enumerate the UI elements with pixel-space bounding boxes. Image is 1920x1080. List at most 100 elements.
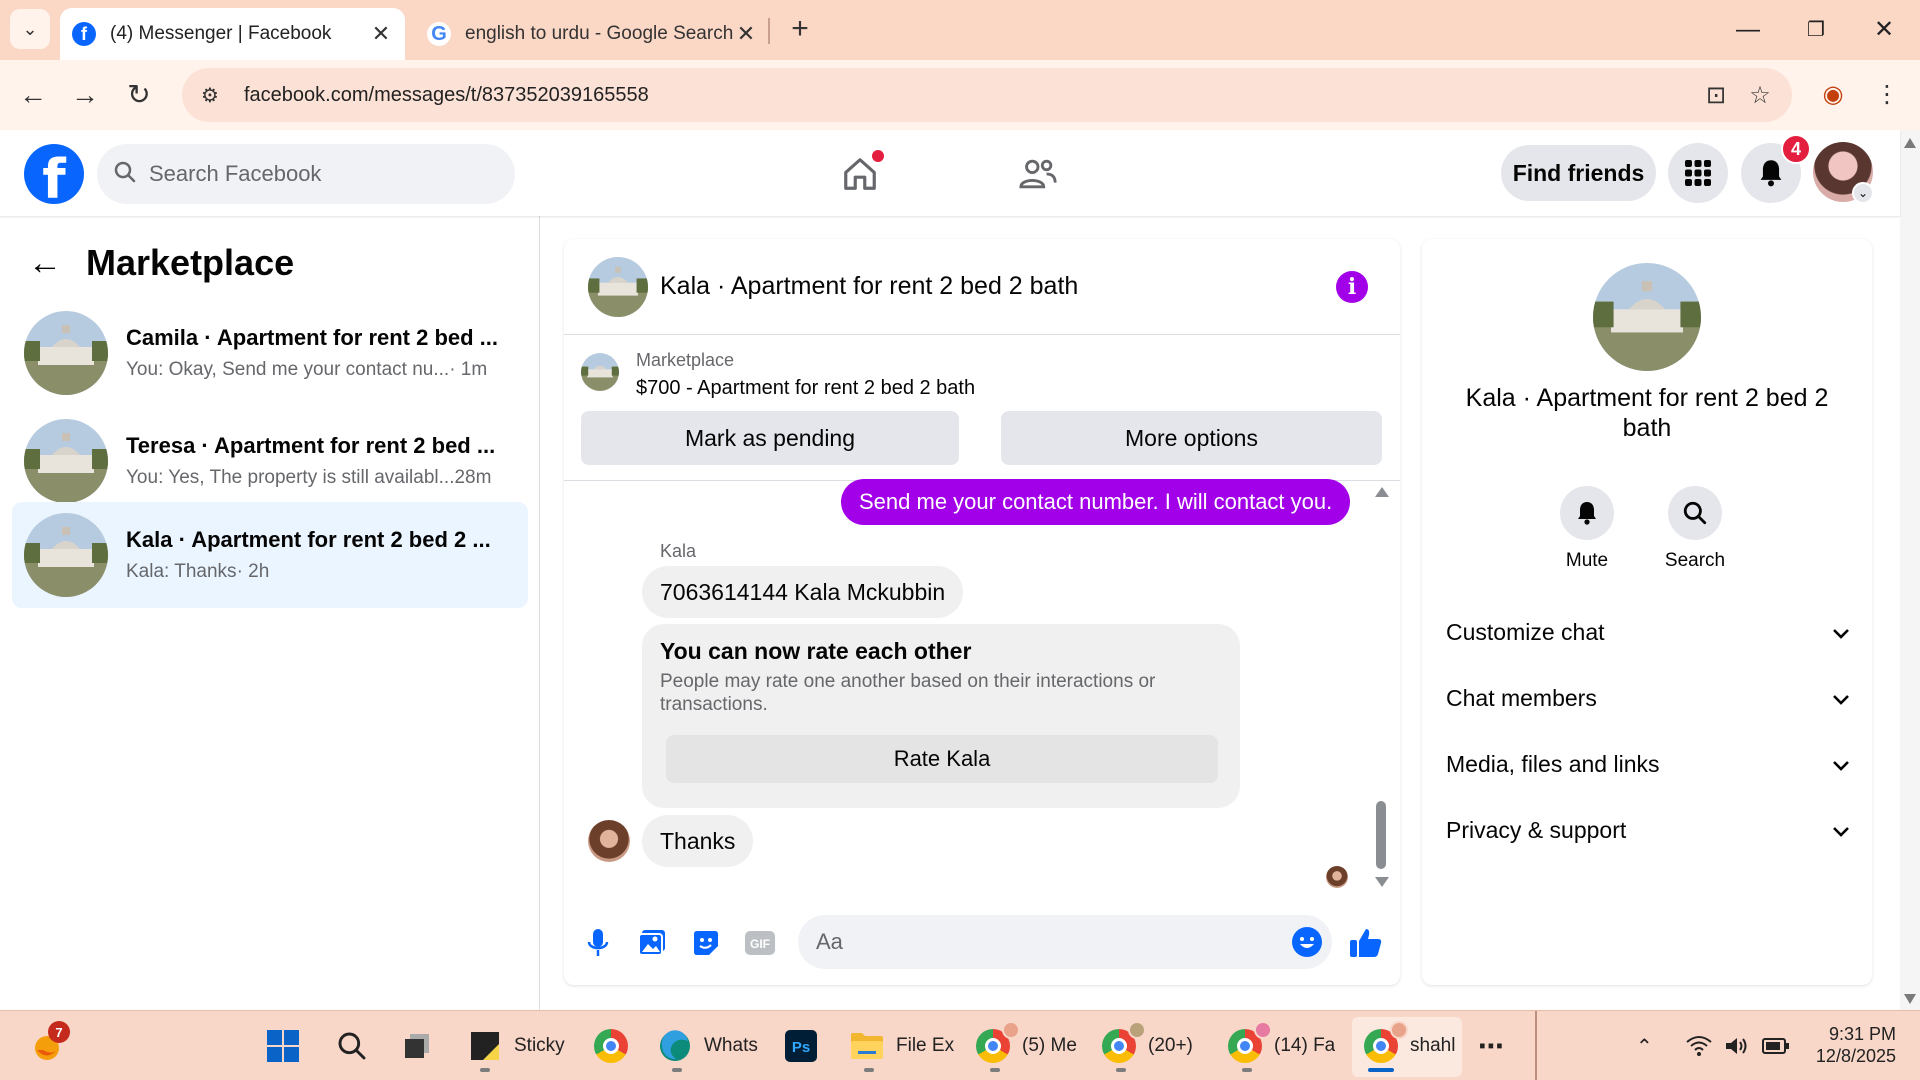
marketplace-chats-panel: ← Marketplace Camila · Apartment for ren… [0, 216, 540, 1010]
listing-thumbnail[interactable] [581, 353, 619, 391]
listing-photo[interactable] [1593, 263, 1701, 371]
friends-icon [1019, 159, 1057, 189]
conversation-item[interactable]: Camila · Apartment for rent 2 bed ... Yo… [12, 300, 528, 406]
minimize-button[interactable]: — [1718, 8, 1778, 52]
running-indicator [480, 1068, 490, 1072]
message-input-box[interactable] [798, 915, 1332, 969]
running-indicator [864, 1068, 874, 1072]
scroll-down-arrow-icon[interactable] [1904, 994, 1916, 1004]
friends-nav-button[interactable] [998, 144, 1078, 204]
conversation-snippet: You: Yes, The property is still availabl… [126, 467, 455, 488]
scroll-up-arrow-icon[interactable] [1904, 138, 1916, 148]
bookmark-star-icon[interactable]: ☆ [1738, 81, 1782, 110]
scroll-thumb[interactable] [1376, 801, 1386, 869]
mute-button[interactable]: Mute [1537, 486, 1637, 572]
reload-icon[interactable]: ↻ [118, 74, 160, 116]
tab-google-search[interactable]: G english to urdu - Google Search ✕ [415, 8, 770, 60]
chat-members-section[interactable]: Chat members [1446, 673, 1850, 723]
chevron-down-icon [1832, 751, 1850, 778]
message-input[interactable] [816, 929, 1256, 955]
site-info-icon[interactable]: ⚙ [188, 73, 232, 117]
taskbar-app-photoshop[interactable]: Ps [782, 1021, 820, 1071]
sticky-notes-icon [466, 1027, 504, 1065]
facebook-logo-icon[interactable]: f [24, 144, 84, 204]
install-app-icon[interactable]: ⊡ [1694, 81, 1738, 110]
gif-icon[interactable]: GIF [742, 925, 778, 961]
media-files-links-section[interactable]: Media, files and links [1446, 739, 1850, 789]
customize-chat-section[interactable]: Customize chat [1446, 607, 1850, 657]
taskbar-app-chrome-active[interactable]: shahl [1362, 1021, 1462, 1071]
start-button[interactable] [264, 1021, 302, 1071]
browser-menu-icon[interactable]: ⋮ [1866, 74, 1908, 116]
rate-kala-button[interactable]: Rate Kala [666, 735, 1218, 783]
taskbar-app-chrome[interactable] [592, 1021, 630, 1071]
photo-icon[interactable] [634, 925, 670, 961]
wifi-icon[interactable] [1686, 1021, 1712, 1071]
system-clock[interactable]: 9:31 PM 12/8/2025 [1800, 1023, 1896, 1067]
close-tab-icon[interactable]: ✕ [369, 21, 393, 47]
microphone-icon[interactable] [580, 925, 616, 961]
app-label: shahl [1410, 1035, 1456, 1056]
tab-separator [768, 18, 770, 44]
privacy-support-section[interactable]: Privacy & support [1446, 805, 1850, 855]
close-window-button[interactable]: ✕ [1854, 8, 1914, 52]
conversation-time: 28m [454, 467, 492, 488]
chat-title[interactable]: Kala · Apartment for rent 2 bed 2 bath [660, 272, 1078, 301]
running-indicator [672, 1068, 682, 1072]
taskbar-app-sticky-notes[interactable]: Sticky [466, 1021, 576, 1071]
taskbar-app-chrome-window[interactable]: (20+) [1100, 1021, 1210, 1071]
sticker-icon[interactable] [688, 925, 724, 961]
taskbar-app-chrome-window[interactable]: (14) Fa [1226, 1021, 1336, 1071]
home-nav-button[interactable] [820, 144, 900, 204]
info-icon[interactable]: i [1336, 271, 1368, 303]
tab-search-dropdown-icon[interactable]: ⌄ [10, 9, 50, 49]
back-arrow-icon[interactable]: ← [28, 244, 62, 283]
app-label: (20+) [1148, 1035, 1193, 1056]
seen-indicator-avatar [1326, 866, 1348, 888]
battery-icon[interactable] [1762, 1021, 1790, 1071]
url-text[interactable]: facebook.com/messages/t/837352039165558 [244, 84, 1694, 107]
conversation-item[interactable]: Teresa · Apartment for rent 2 bed ... Yo… [12, 408, 528, 514]
menu-grid-button[interactable] [1668, 143, 1728, 203]
taskbar-overflow-icon[interactable]: ⋯ [1478, 1021, 1504, 1071]
scroll-down-arrow-icon[interactable] [1375, 877, 1389, 887]
message-composer: GIF [564, 911, 1400, 975]
profile-icon[interactable]: ◉ [1812, 74, 1854, 116]
listing-thumbnail [24, 419, 108, 503]
like-thumbs-up-icon[interactable] [1348, 925, 1384, 961]
back-icon[interactable]: ← [12, 74, 54, 116]
tray-chevron-up-icon[interactable]: ⌃ [1636, 1021, 1653, 1071]
chat-listing-thumbnail[interactable] [588, 256, 648, 317]
close-tab-icon[interactable]: ✕ [734, 21, 758, 47]
scroll-up-arrow-icon[interactable] [1375, 487, 1389, 497]
restore-button[interactable]: ❐ [1786, 8, 1846, 52]
account-chevron-icon[interactable]: ⌄ [1852, 182, 1874, 204]
taskbar-app-whatsapp[interactable]: Whats [656, 1021, 766, 1071]
find-friends-button[interactable]: Find friends [1501, 145, 1656, 201]
svg-text:GIF: GIF [750, 937, 770, 951]
listing-label: Marketplace [636, 350, 735, 370]
listing-detail[interactable]: $700 - Apartment for rent 2 bed 2 bath [636, 377, 975, 400]
mute-label: Mute [1565, 550, 1609, 571]
mark-as-pending-button[interactable]: Mark as pending [581, 411, 959, 465]
tab-messenger[interactable]: f (4) Messenger | Facebook ✕ [60, 8, 405, 60]
more-options-button[interactable]: More options [1001, 411, 1382, 465]
taskbar-app-file-explorer[interactable]: File Ex [848, 1021, 958, 1071]
sender-avatar[interactable] [588, 820, 630, 862]
taskbar-app-chrome-window[interactable]: (5) Me [974, 1021, 1084, 1071]
forward-icon[interactable]: → [64, 74, 106, 116]
search-in-conversation-button[interactable]: Search [1645, 486, 1745, 572]
message-scrollbar[interactable] [1374, 481, 1390, 901]
weather-widget[interactable]: 7 [28, 1021, 70, 1071]
emoji-icon[interactable] [1292, 927, 1322, 957]
page-scrollbar[interactable] [1900, 130, 1920, 1010]
facebook-search-box[interactable] [97, 144, 515, 204]
task-view-button[interactable] [398, 1021, 436, 1071]
taskbar-search-button[interactable] [333, 1021, 371, 1071]
new-tab-button[interactable]: + [782, 12, 818, 48]
volume-icon[interactable] [1724, 1021, 1750, 1071]
conversation-item-selected[interactable]: Kala · Apartment for rent 2 bed 2 ... Ka… [12, 502, 528, 608]
edge-whatsapp-icon [656, 1027, 694, 1065]
address-bar[interactable]: ⚙ facebook.com/messages/t/83735203916555… [182, 68, 1792, 122]
search-input[interactable] [149, 161, 489, 187]
